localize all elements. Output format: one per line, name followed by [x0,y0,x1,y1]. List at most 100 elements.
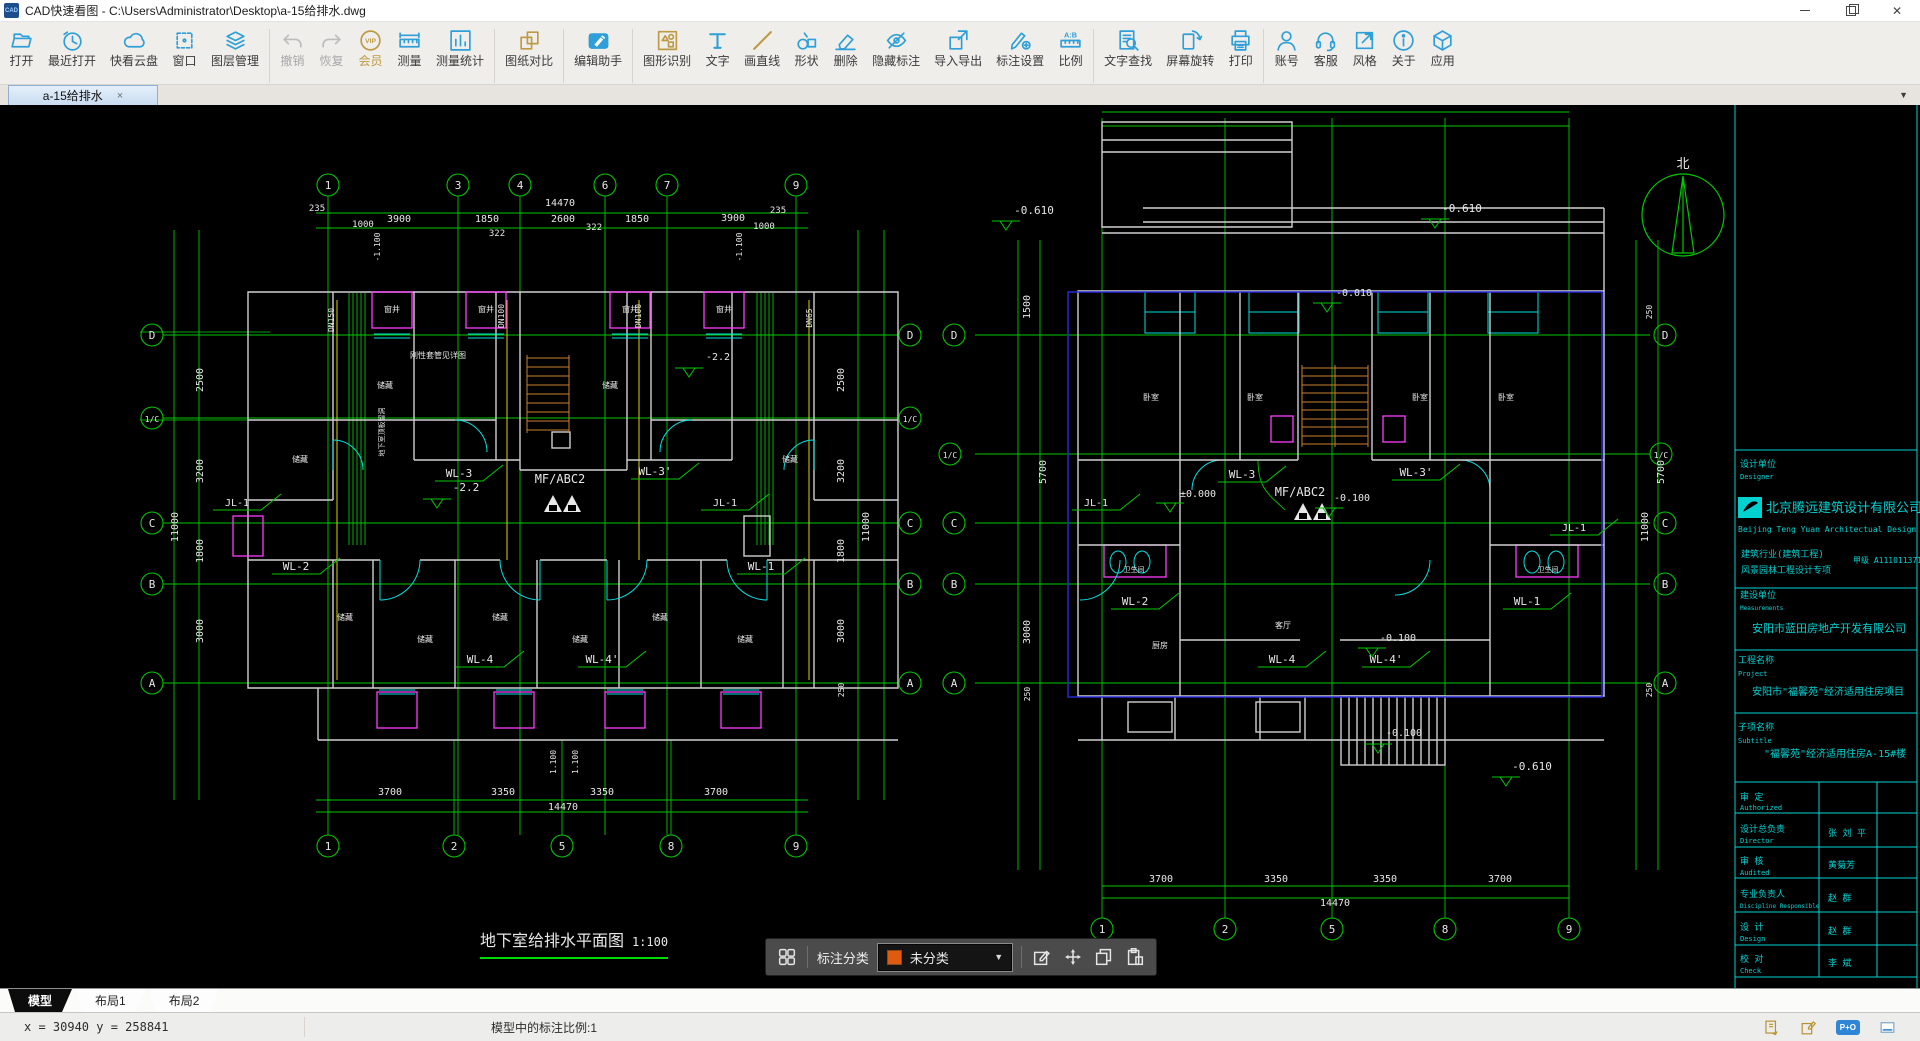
close-button[interactable]: ✕ [1874,0,1920,21]
app-logo-icon: CAD [4,3,19,18]
svg-text:2500: 2500 [836,368,847,392]
svg-text:14470: 14470 [548,802,578,813]
svg-text:-1.100: -1.100 [735,232,744,261]
svg-text:WL-2: WL-2 [283,560,310,573]
shapes-icon [794,28,819,53]
divider [304,1017,305,1037]
eraser-icon [833,28,858,53]
toolbar-hideannot-button[interactable]: 隐藏标注 [865,28,927,68]
toolbar-divider [494,29,495,83]
svg-text:黄菊芳: 黄菊芳 [1828,859,1855,871]
svg-text:WL-4: WL-4 [467,653,494,666]
tab-overflow-button[interactable]: ▼ [1899,90,1908,100]
toolbar-measure-button[interactable]: 测量 [390,28,429,68]
svg-text:JL-1: JL-1 [1562,523,1586,534]
svg-text:储藏: 储藏 [602,380,618,390]
restore-button[interactable] [1828,0,1874,21]
minimized-window-icon[interactable] [1869,1018,1906,1037]
svg-text:客厅: 客厅 [1275,620,1291,630]
toolbar-cloud-button[interactable]: 快看云盘 [103,28,165,68]
svg-text:3350: 3350 [1264,874,1288,885]
toolbar-scale-button[interactable]: A:B比例 [1051,28,1090,68]
toolbar-eraser-button[interactable]: 删除 [826,28,865,68]
svg-text:地下室顶板留洞: 地下室顶板留洞 [377,408,386,457]
tab-close-icon[interactable]: × [117,90,123,102]
sheet-tab-layout1[interactable]: 布局1 [75,989,146,1012]
paste-annotation-icon[interactable] [1124,946,1146,968]
toolbar-about-button[interactable]: 关于 [1384,28,1423,68]
toolbar-text-button[interactable]: 文字 [698,28,737,68]
pdf-overlay-badge[interactable]: P+O [1827,1020,1869,1035]
svg-text:1:100: 1:100 [632,935,668,949]
toolbar-print-button[interactable]: 打印 [1221,28,1260,68]
svg-text:卧室: 卧室 [1498,392,1514,402]
sheet-tab-layout2[interactable]: 布局2 [149,989,220,1012]
svg-text:2500: 2500 [195,368,206,392]
svg-text:Designer: Designer [1740,473,1774,481]
toolbar-annotset-button[interactable]: 标注设置 [989,28,1051,68]
sheet-tab-model[interactable]: 模型 [8,989,72,1012]
toolbar-account-button[interactable]: 账号 [1267,28,1306,68]
copy-annotation-icon[interactable] [1093,946,1115,968]
toolbar-line-button[interactable]: 画直线 [737,28,787,68]
toolbar-compare-button[interactable]: 图纸对比 [498,28,560,68]
svg-text:DN65: DN65 [805,308,814,327]
svg-text:11000: 11000 [1640,512,1651,542]
svg-text:3: 3 [455,179,462,192]
edit-annotation-icon[interactable] [1031,946,1053,968]
toolbar-rotate-button[interactable]: 屏幕旋转 [1159,28,1221,68]
doc-tab-a-15[interactable]: a-15给排水 × [8,85,158,105]
svg-text:3700: 3700 [1488,874,1512,885]
svg-text:北京腾远建筑设计有限公司: 北京腾远建筑设计有限公司 [1766,500,1920,516]
grid-bubbles: 13467912589D1/CCBAD1/CCBA12589D1/CCBAD1/… [141,174,1676,940]
toolbar-stats-button[interactable]: 测量统计 [429,28,491,68]
toolbar-style-button[interactable]: 风格 [1345,28,1384,68]
toolbar-editassist-button[interactable]: 编辑助手 [567,28,629,68]
toolbar-label: 图形识别 [643,55,691,68]
toolbar-label: 账号 [1275,55,1299,68]
pdf-export-icon[interactable] [1753,1018,1790,1037]
svg-text:1000: 1000 [753,222,775,232]
account-icon [1274,28,1299,53]
compare-icon [517,28,542,53]
svg-text:WL-4': WL-4' [585,653,618,666]
main-toolbar: 打开最近打开快看云盘窗口图层管理撤销恢复VIP会员测量测量统计图纸对比编辑助手 图… [0,22,1920,85]
toolbar-layers-button[interactable]: 图层管理 [204,28,266,68]
svg-text:-2.2: -2.2 [453,481,480,494]
toolbar-window-button[interactable]: 窗口 [165,28,204,68]
svg-text:储藏: 储藏 [782,454,798,464]
toolbar-vip-button[interactable]: VIP会员 [351,28,390,68]
toolbar-service-button[interactable]: 客服 [1306,28,1345,68]
category-dropdown[interactable]: 未分类 ▼ [878,944,1012,971]
toolbar-apps-button[interactable]: 应用 [1423,28,1462,68]
svg-text:JL-1: JL-1 [1084,498,1108,509]
toolbar-shapes-button[interactable]: 形状 [787,28,826,68]
pdf-annotate-icon[interactable] [1790,1018,1827,1037]
svg-text:1000: 1000 [352,220,374,230]
toolbar-recognize-button[interactable]: 图形识别 [636,28,698,68]
category-grid-icon[interactable] [776,946,798,968]
svg-text:2600: 2600 [1314,105,1338,107]
svg-text:A:B: A:B [1064,30,1077,39]
toolbar-undo-button[interactable]: 撤销 [273,28,312,68]
move-annotation-icon[interactable] [1062,946,1084,968]
toolbar-recent-button[interactable]: 最近打开 [41,28,103,68]
svg-text:储藏: 储藏 [377,380,393,390]
toolbar-label: 编辑助手 [574,55,622,68]
toolbar-open-button[interactable]: 打开 [2,28,41,68]
cad-canvas[interactable]: 13467912589D1/CCBAD1/CCBA12589D1/CCBAD1/… [0,105,1920,988]
svg-text:C: C [1662,517,1669,530]
toolbar-redo-button[interactable]: 恢复 [312,28,351,68]
toolbar-findtext-button[interactable]: 文字查找 [1097,28,1159,68]
left-plan-walls [248,292,898,740]
svg-text:建设单位: 建设单位 [1740,589,1776,601]
svg-text:14470: 14470 [545,198,575,209]
minimize-button[interactable] [1782,0,1828,21]
toolbar-impexp-button[interactable]: 导入导出 [927,28,989,68]
impexp-icon [946,28,971,53]
svg-text:3900: 3900 [721,213,745,224]
rotate-icon [1178,28,1203,53]
toolbar-label: 快看云盘 [110,55,158,68]
svg-text:A: A [951,677,958,690]
svg-text:250: 250 [837,683,846,698]
